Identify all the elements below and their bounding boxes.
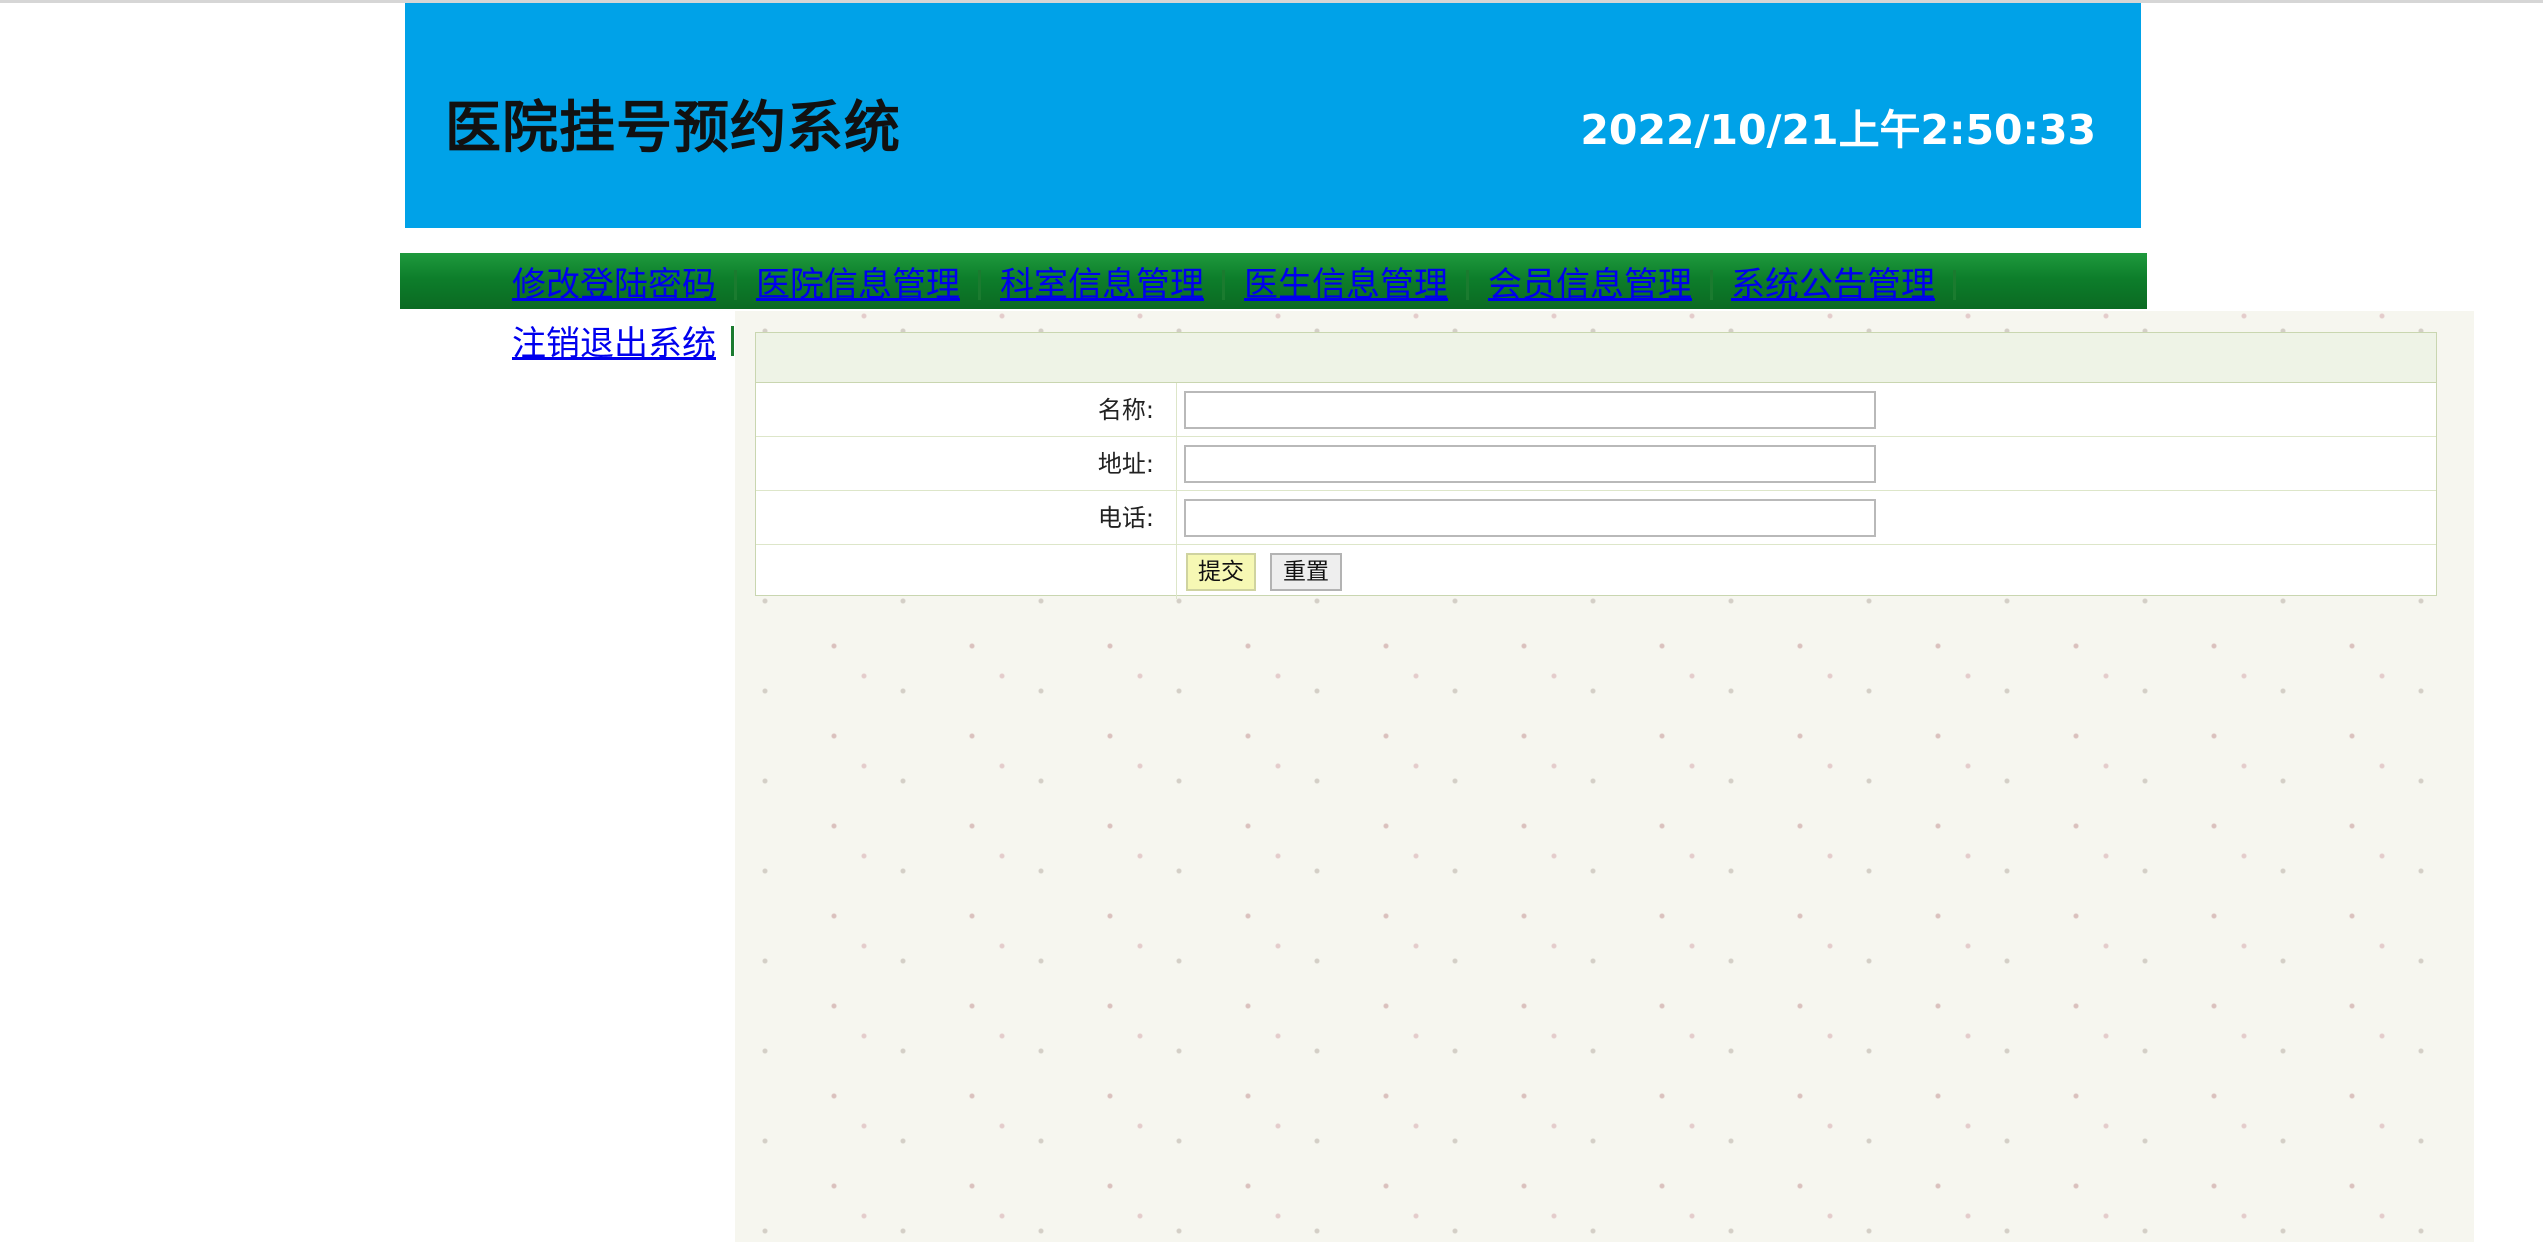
nav-department-info[interactable]: 科室信息管理 bbox=[1000, 262, 1204, 308]
name-input[interactable] bbox=[1184, 391, 1876, 429]
reset-button[interactable]: 重置 bbox=[1270, 553, 1342, 591]
nav-change-password[interactable]: 修改登陆密码 bbox=[512, 262, 716, 308]
submit-button[interactable]: 提交 bbox=[1186, 553, 1256, 591]
nav-separator bbox=[1953, 270, 1956, 300]
cell-divider bbox=[1176, 437, 1177, 490]
datetime-display: 2022/10/21上午2:50:33 bbox=[1580, 106, 2096, 154]
nav-logout[interactable]: 注销退出系统 bbox=[512, 321, 716, 367]
nav-separator bbox=[734, 270, 737, 300]
form-row-name: 名称: bbox=[756, 383, 2436, 437]
nav-member-info[interactable]: 会员信息管理 bbox=[1488, 262, 1692, 308]
nav-hospital-info[interactable]: 医院信息管理 bbox=[756, 262, 960, 308]
nav-doctor-info[interactable]: 医生信息管理 bbox=[1244, 262, 1448, 308]
nav-separator bbox=[1710, 270, 1713, 300]
name-label: 名称: bbox=[1097, 396, 1154, 424]
form-row-actions: 提交 重置 bbox=[756, 545, 2436, 599]
nav-separator bbox=[1466, 270, 1469, 300]
nav-separator bbox=[978, 270, 981, 300]
app-title: 医院挂号预约系统 bbox=[445, 96, 901, 161]
phone-input[interactable] bbox=[1184, 499, 1876, 537]
cell-divider bbox=[1176, 491, 1177, 544]
hospital-form: 名称: 地址: 电话: 提交 重置 bbox=[755, 332, 2437, 599]
form-row-phone: 电话: bbox=[756, 491, 2436, 545]
form-row-address: 地址: bbox=[756, 437, 2436, 491]
cell-divider bbox=[1176, 545, 1177, 599]
app-header: 医院挂号预约系统 2022/10/21上午2:50:33 bbox=[405, 3, 2141, 228]
phone-label: 电话: bbox=[1097, 504, 1154, 532]
address-label: 地址: bbox=[1097, 450, 1154, 478]
cell-divider bbox=[1176, 383, 1177, 436]
nav-separator bbox=[1222, 270, 1225, 300]
nav-announcement[interactable]: 系统公告管理 bbox=[1731, 262, 1935, 308]
form-header bbox=[756, 333, 2436, 383]
address-input[interactable] bbox=[1184, 445, 1876, 483]
nav-separator bbox=[731, 326, 734, 356]
